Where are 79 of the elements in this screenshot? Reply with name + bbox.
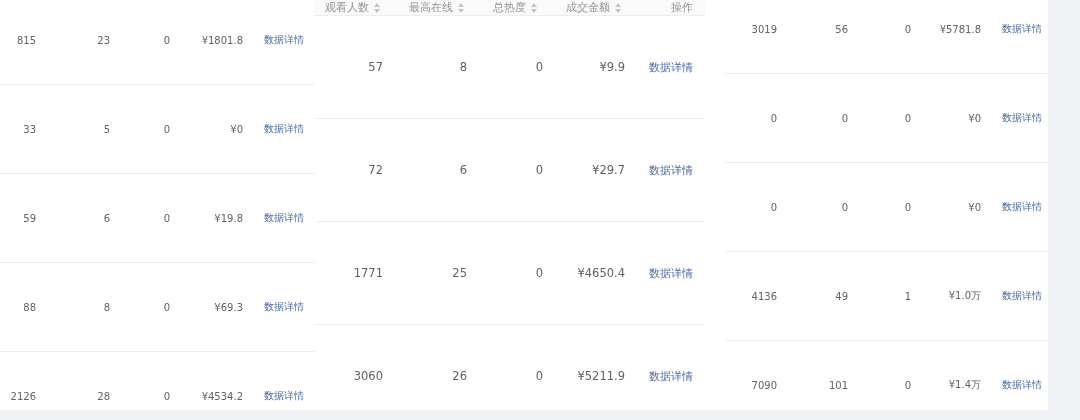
column-header: 成交金额 xyxy=(566,0,610,15)
table-cell-text: 6 xyxy=(102,212,110,224)
table-cell-text: ¥1.0万 xyxy=(947,289,981,303)
sort-icon[interactable] xyxy=(458,2,464,13)
table-cell-text: 0 xyxy=(903,379,911,391)
table-cell-text: ¥5781.8 xyxy=(938,23,981,35)
table-cell-text: 5 xyxy=(102,123,110,135)
table-cell-text: 4136 xyxy=(750,290,777,302)
table-cell-text: 0 xyxy=(162,301,170,313)
table-cell-text: 0 xyxy=(162,34,170,46)
column-header: 观看人数 xyxy=(325,0,369,15)
table-cell-text: 0 xyxy=(162,390,170,402)
table-cell-text: 0 xyxy=(840,201,848,213)
table-cell-text: 8 xyxy=(102,301,110,313)
table-cell-text: 0 xyxy=(840,112,848,124)
detail-link[interactable]: 数据详情 xyxy=(264,122,315,136)
column-header: 总热度 xyxy=(493,0,526,15)
table-cell-text: 59 xyxy=(22,212,36,224)
table-cell-text: 57 xyxy=(367,60,383,74)
table-cell-text: 6 xyxy=(458,163,467,177)
table-cell-text: ¥4650.4 xyxy=(576,266,625,280)
table-cell-text: 1771 xyxy=(352,266,383,280)
table-cell-text: ¥0 xyxy=(967,112,981,124)
table-cell-text: ¥69.3 xyxy=(213,301,243,313)
table-cell-text: 0 xyxy=(769,201,777,213)
table-cell-text: 72 xyxy=(367,163,383,177)
table-cell-text: 0 xyxy=(534,369,543,383)
table-cell-text: 0 xyxy=(162,212,170,224)
table-cell-text: 0 xyxy=(534,60,543,74)
detail-link[interactable]: 数据详情 xyxy=(1002,378,1048,392)
table-cell-text: 33 xyxy=(22,123,36,135)
detail-link[interactable]: 数据详情 xyxy=(264,211,315,225)
table-cell-text: 0 xyxy=(162,123,170,135)
detail-link[interactable]: 数据详情 xyxy=(649,368,701,384)
table-cell-text: ¥5211.9 xyxy=(576,369,625,383)
detail-link[interactable]: 数据详情 xyxy=(264,33,315,47)
detail-link[interactable]: 数据详情 xyxy=(649,59,701,75)
table-cell-text: 0 xyxy=(903,23,911,35)
detail-link[interactable]: 数据详情 xyxy=(1002,200,1048,214)
table-cell-text: 8 xyxy=(458,60,467,74)
column-header: 操作 xyxy=(671,0,693,15)
table-cell-text: 1 xyxy=(903,290,911,302)
table-cell-text: 3060 xyxy=(352,369,383,383)
table-cell-text: 0 xyxy=(534,266,543,280)
detail-link[interactable]: 数据详情 xyxy=(1002,289,1048,303)
table-cell-text: 26 xyxy=(451,369,467,383)
table-cell-text: 7090 xyxy=(750,379,777,391)
table-cell-text: 101 xyxy=(827,379,848,391)
table-cell-text: ¥1.4万 xyxy=(947,378,981,392)
table-cell-text: 28 xyxy=(96,390,110,402)
detail-link[interactable]: 数据详情 xyxy=(1002,111,1048,125)
sort-icon[interactable] xyxy=(374,2,380,13)
detail-link[interactable]: 数据详情 xyxy=(649,265,701,281)
detail-link[interactable]: 数据详情 xyxy=(1002,22,1048,36)
sort-icon[interactable] xyxy=(531,2,537,13)
table-cell-text: 0 xyxy=(534,163,543,177)
table-cell-text: ¥1801.8 xyxy=(200,34,243,46)
table-cell-text: 23 xyxy=(96,34,110,46)
table-cell-text: ¥19.8 xyxy=(213,212,243,224)
table-cell-text: 2126 xyxy=(9,390,36,402)
table-cell-text: 3019 xyxy=(750,23,777,35)
table-cell-text: 56 xyxy=(834,23,848,35)
detail-link[interactable]: 数据详情 xyxy=(264,300,315,314)
table-cell-text: 815 xyxy=(15,34,36,46)
table-cell-text: 25 xyxy=(451,266,467,280)
table-cell-text: 88 xyxy=(22,301,36,313)
table-cell-text: 0 xyxy=(903,112,911,124)
table-cell-text: ¥4534.2 xyxy=(200,390,243,402)
table-cell-text: 49 xyxy=(834,290,848,302)
table-cell-text: ¥0 xyxy=(229,123,243,135)
table-cell-text: ¥0 xyxy=(967,201,981,213)
table-cell-text: ¥29.7 xyxy=(591,163,625,177)
detail-link[interactable]: 数据详情 xyxy=(649,162,701,178)
table-cell-text: ¥9.9 xyxy=(598,60,625,74)
detail-link[interactable]: 数据详情 xyxy=(264,389,315,403)
table-cell-text: 0 xyxy=(903,201,911,213)
column-header: 最高在线 xyxy=(409,0,453,15)
table-cell-text: 0 xyxy=(769,112,777,124)
sort-icon[interactable] xyxy=(615,2,621,13)
